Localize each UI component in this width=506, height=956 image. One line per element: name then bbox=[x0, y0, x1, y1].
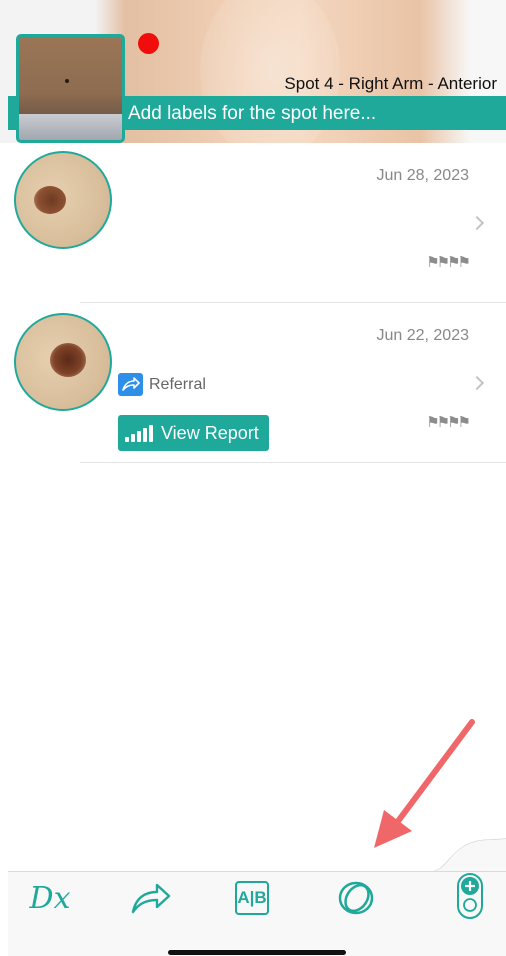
spot-title: Spot 4 - Right Arm - Anterior bbox=[284, 74, 497, 93]
referral-icon bbox=[118, 373, 143, 396]
chevron-right-icon[interactable] bbox=[469, 375, 485, 391]
spot-overview-thumbnail[interactable] bbox=[16, 34, 125, 143]
divider bbox=[80, 462, 506, 463]
entry-date: Jun 22, 2023 bbox=[376, 327, 469, 344]
view-report-label[interactable]: View Report bbox=[161, 423, 259, 444]
flags-icon[interactable]: ⚑⚑⚑⚑ bbox=[426, 413, 471, 431]
lesion-mark bbox=[50, 343, 86, 377]
flags-icon[interactable]: ⚑⚑⚑⚑ bbox=[426, 253, 471, 271]
referral-link[interactable]: Referral bbox=[118, 373, 206, 396]
view-report-button[interactable]: View Report bbox=[118, 415, 269, 451]
home-indicator[interactable] bbox=[168, 950, 346, 955]
spot-header: Spot 4 - Right Arm - Anterior Add labels… bbox=[0, 0, 506, 143]
referral-label[interactable]: Referral bbox=[149, 376, 206, 394]
dx-icon[interactable]: Dx bbox=[30, 878, 71, 918]
compare-ab-label: A|B bbox=[235, 881, 269, 915]
overlap-rings-icon[interactable] bbox=[334, 878, 378, 918]
spot-location-marker[interactable] bbox=[138, 33, 159, 54]
share-arrow-icon[interactable] bbox=[128, 878, 174, 918]
list-item[interactable]: Jun 28, 2023 ⚑⚑⚑⚑ bbox=[0, 143, 506, 303]
lesion-photo[interactable] bbox=[14, 151, 112, 249]
thumbnail-mole bbox=[65, 79, 69, 83]
entry-date: Jun 28, 2023 bbox=[376, 167, 469, 184]
add-device-icon[interactable] bbox=[456, 872, 484, 920]
chevron-right-icon[interactable] bbox=[469, 215, 485, 231]
compare-ab-icon[interactable]: A|B bbox=[234, 878, 270, 918]
bar-chart-icon bbox=[125, 424, 155, 442]
lesion-photo[interactable] bbox=[14, 313, 112, 411]
label-placeholder[interactable]: Add labels for the spot here... bbox=[128, 103, 376, 125]
lesion-mark bbox=[34, 186, 66, 214]
bottom-tabbar: Dx A|B bbox=[8, 871, 506, 956]
thumbnail-background bbox=[19, 114, 122, 140]
list-item[interactable]: Jun 22, 2023 Referral View Report ⚑⚑⚑⚑ bbox=[0, 303, 506, 463]
